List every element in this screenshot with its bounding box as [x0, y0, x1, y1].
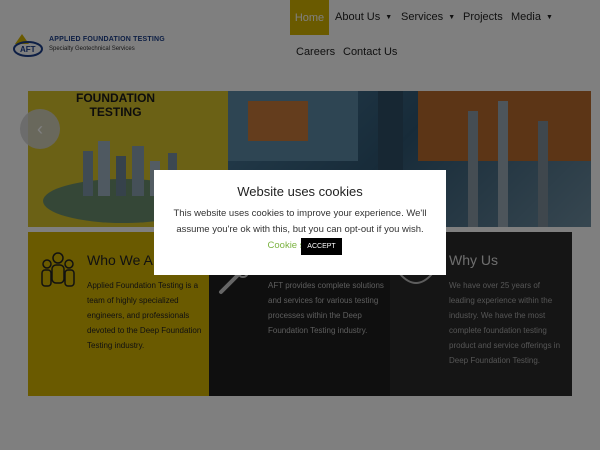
cookie-message-block: This website uses cookies to improve you… [164, 206, 436, 254]
accept-button[interactable]: ACCEPT [301, 238, 342, 255]
cookie-message: This website uses cookies to improve you… [173, 208, 427, 235]
cookie-title: Website uses cookies [237, 184, 363, 199]
cookie-consent-dialog: Website uses cookies This website uses c… [154, 170, 446, 275]
